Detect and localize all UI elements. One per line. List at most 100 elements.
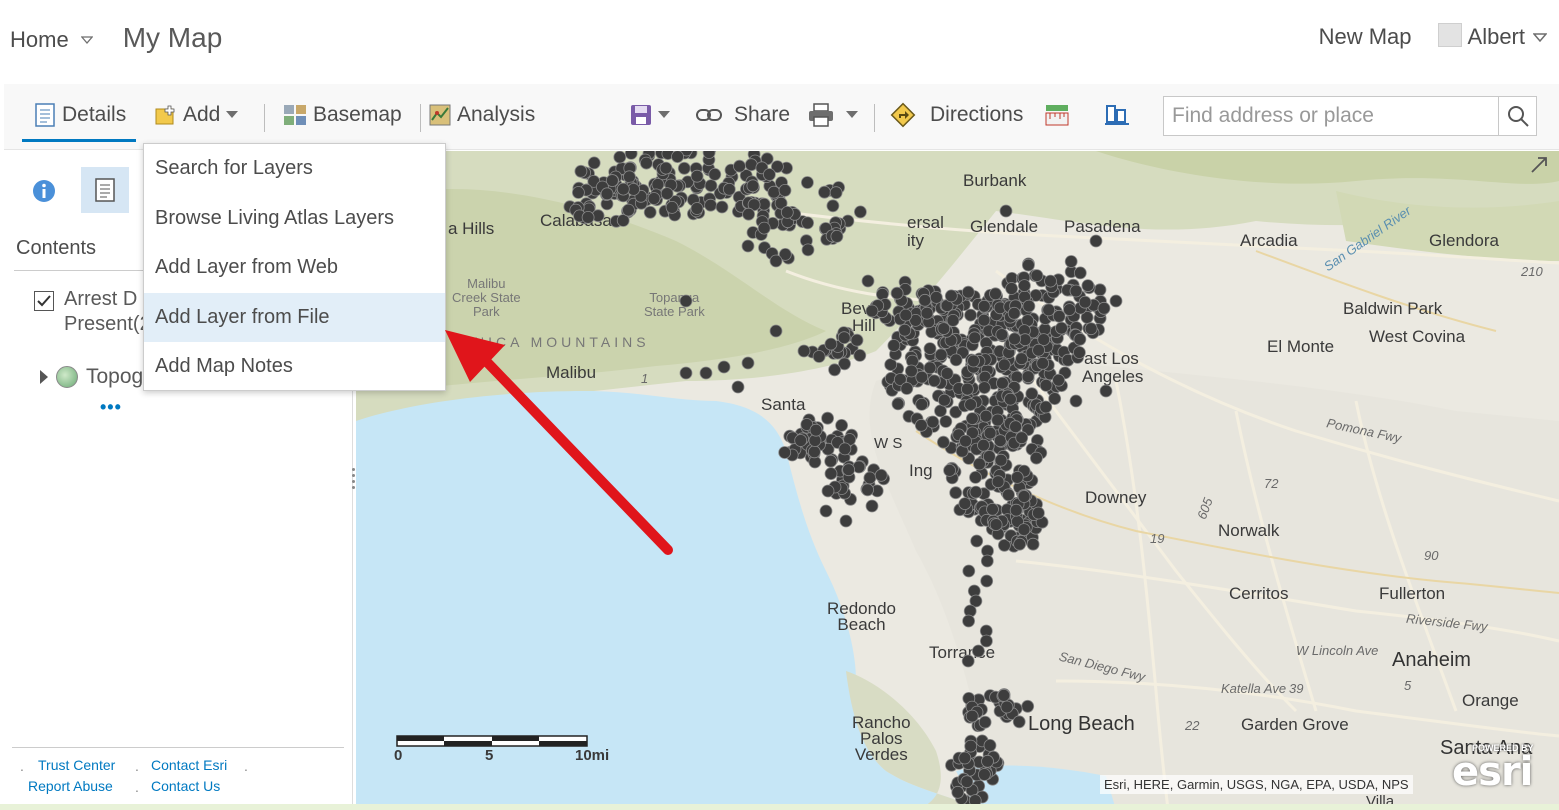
arrest-point[interactable] bbox=[938, 393, 951, 407]
arrest-point[interactable] bbox=[690, 202, 704, 215]
save-button[interactable] bbox=[630, 84, 670, 146]
arrest-point[interactable] bbox=[1063, 303, 1076, 317]
arrest-point[interactable] bbox=[1021, 370, 1035, 384]
arrest-point[interactable] bbox=[744, 158, 758, 172]
arrest-point[interactable] bbox=[1052, 373, 1065, 387]
contact-esri-link[interactable]: Contact Esri bbox=[151, 757, 227, 773]
arrest-point[interactable] bbox=[647, 192, 661, 205]
arrest-point[interactable] bbox=[959, 434, 972, 448]
arrest-point[interactable] bbox=[978, 715, 992, 729]
arrest-point[interactable] bbox=[1084, 322, 1098, 336]
arrest-point[interactable] bbox=[574, 164, 588, 178]
arrest-point[interactable] bbox=[949, 353, 963, 367]
arrest-point[interactable] bbox=[898, 323, 912, 337]
arrest-point[interactable] bbox=[1109, 294, 1123, 308]
expand-triangle-icon[interactable] bbox=[40, 370, 48, 384]
arrest-point[interactable] bbox=[839, 514, 853, 528]
arrest-point[interactable] bbox=[1021, 699, 1035, 713]
arrest-point[interactable] bbox=[973, 457, 986, 471]
arrest-point[interactable] bbox=[899, 308, 913, 322]
trust-center-link[interactable]: Trust Center bbox=[38, 757, 115, 773]
arrest-point[interactable] bbox=[818, 185, 831, 199]
arrest-point[interactable] bbox=[962, 614, 975, 628]
arrest-point[interactable] bbox=[861, 274, 875, 288]
arrest-point[interactable] bbox=[991, 475, 1005, 489]
arrest-point[interactable] bbox=[863, 471, 877, 485]
arrest-point[interactable] bbox=[826, 199, 840, 213]
arrest-point[interactable] bbox=[1013, 537, 1026, 551]
arrest-point[interactable] bbox=[978, 381, 991, 395]
arrest-point[interactable] bbox=[1073, 332, 1087, 346]
arrest-point[interactable] bbox=[962, 564, 976, 578]
arrest-point[interactable] bbox=[835, 418, 849, 432]
arrest-point[interactable] bbox=[961, 382, 974, 396]
search-button[interactable] bbox=[1498, 97, 1536, 135]
arrest-point[interactable] bbox=[965, 709, 979, 723]
arrest-point[interactable] bbox=[853, 205, 867, 219]
arrest-point[interactable] bbox=[780, 206, 794, 219]
arrest-point[interactable] bbox=[980, 574, 994, 588]
arrest-point[interactable] bbox=[837, 331, 851, 345]
arrest-point[interactable] bbox=[722, 182, 736, 196]
arrest-point[interactable] bbox=[830, 230, 844, 243]
arrest-point[interactable] bbox=[890, 286, 904, 300]
arrest-point[interactable] bbox=[1073, 266, 1087, 280]
more-options-icon[interactable]: ••• bbox=[100, 397, 122, 418]
arrest-point[interactable] bbox=[819, 504, 833, 518]
arrest-point[interactable] bbox=[767, 185, 781, 199]
arrest-point[interactable] bbox=[1022, 299, 1036, 313]
map-view[interactable]: Burbank Calabasas a Hills Glendale Pasad… bbox=[356, 151, 1559, 810]
arrest-point[interactable] bbox=[1004, 392, 1017, 406]
arrest-point[interactable] bbox=[964, 739, 978, 753]
layer-visibility-checkbox[interactable] bbox=[34, 291, 54, 311]
arrest-point[interactable] bbox=[800, 176, 814, 189]
arrest-point[interactable] bbox=[996, 376, 1009, 390]
arrest-point[interactable] bbox=[1030, 451, 1043, 465]
arrest-point[interactable] bbox=[1073, 346, 1086, 359]
arrest-point[interactable] bbox=[1017, 490, 1031, 503]
arrest-point[interactable] bbox=[923, 342, 937, 356]
user-menu[interactable]: Albert bbox=[1437, 23, 1547, 50]
arrest-point[interactable] bbox=[1055, 321, 1068, 335]
arrest-point[interactable] bbox=[757, 221, 771, 235]
arrest-point[interactable] bbox=[983, 426, 997, 440]
menu-item-search-for-layers[interactable]: Search for Layers bbox=[144, 144, 445, 194]
arrest-point[interactable] bbox=[1036, 356, 1050, 370]
layer-item-topographic[interactable]: Topog bbox=[40, 365, 143, 389]
arrest-point[interactable] bbox=[943, 463, 956, 477]
info-icon[interactable] bbox=[32, 179, 56, 203]
arrest-point[interactable] bbox=[937, 322, 951, 336]
arrest-point[interactable] bbox=[643, 205, 657, 219]
arrest-point[interactable] bbox=[828, 363, 842, 377]
arrest-point[interactable] bbox=[983, 739, 997, 752]
details-button[interactable]: Details bbox=[34, 84, 126, 146]
arrest-point[interactable] bbox=[824, 337, 838, 351]
arrest-point[interactable] bbox=[1044, 274, 1057, 288]
arrest-point[interactable] bbox=[1064, 255, 1078, 268]
bookmarks-button[interactable] bbox=[1105, 84, 1129, 146]
menu-item-add-map-notes[interactable]: Add Map Notes bbox=[144, 342, 445, 392]
arrest-point[interactable] bbox=[991, 413, 1005, 427]
arrest-point[interactable] bbox=[1000, 700, 1014, 714]
menu-item-add-layer-from-web[interactable]: Add Layer from Web bbox=[144, 243, 445, 293]
arrest-point[interactable] bbox=[581, 211, 595, 224]
report-abuse-link[interactable]: Report Abuse bbox=[28, 778, 113, 794]
arrest-point[interactable] bbox=[861, 483, 875, 497]
contact-us-link[interactable]: Contact Us bbox=[151, 778, 220, 794]
arrest-point[interactable] bbox=[699, 366, 713, 380]
arrest-point[interactable] bbox=[824, 467, 838, 481]
arrest-point[interactable] bbox=[914, 418, 928, 432]
arrest-point[interactable] bbox=[624, 151, 638, 160]
arrest-point[interactable] bbox=[986, 502, 999, 516]
arrest-point[interactable] bbox=[1025, 387, 1039, 401]
arrest-point[interactable] bbox=[891, 397, 905, 411]
arrest-point[interactable] bbox=[979, 409, 993, 423]
arrest-point[interactable] bbox=[934, 348, 948, 362]
arrest-point[interactable] bbox=[1009, 420, 1022, 434]
arrest-point[interactable] bbox=[679, 294, 693, 308]
new-map-link[interactable]: New Map bbox=[1319, 24, 1412, 50]
arrest-point[interactable] bbox=[1032, 506, 1045, 520]
arrest-point[interactable] bbox=[807, 445, 821, 459]
arrest-point[interactable] bbox=[794, 434, 808, 447]
arrest-point[interactable] bbox=[1007, 306, 1021, 320]
